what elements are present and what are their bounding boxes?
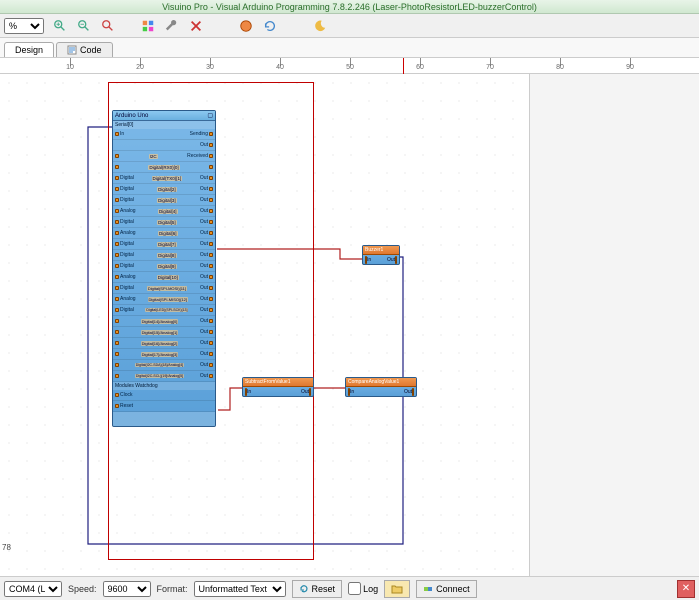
pin-d9[interactable]: DigitalDigital[9]Out	[113, 261, 215, 272]
serial-section: Serial[0]	[113, 121, 215, 129]
close-icon[interactable]: ▢	[207, 112, 213, 119]
compare-block[interactable]: CompareAnalogValue1 InOut	[345, 377, 417, 397]
right-panel	[529, 74, 699, 576]
pin-d11[interactable]: DigitalDigital(SPI-MOSI)[11]Out	[113, 283, 215, 294]
format-select[interactable]: Unformatted Text	[194, 581, 286, 597]
reset-button[interactable]: Reset	[292, 580, 343, 598]
compare-header: CompareAnalogValue1	[346, 378, 416, 387]
pin-d3[interactable]: DigitalDigital[3]Out	[113, 195, 215, 206]
pin-a3[interactable]: Digital[17]/Analog[3]Out	[113, 349, 215, 360]
zoom-out-icon[interactable]	[76, 18, 92, 34]
tab-bar: Design Code	[0, 38, 699, 58]
format-label: Format:	[157, 584, 188, 594]
close-button[interactable]: ✕	[677, 580, 695, 598]
port-select[interactable]: COM4 (L	[4, 581, 62, 597]
pin-d6[interactable]: AnalogDigital[6]Out	[113, 228, 215, 239]
delete-icon[interactable]	[188, 18, 204, 34]
pin-clock[interactable]: Clock	[113, 390, 215, 401]
pin-d13[interactable]: DigitalDigital(LED)(SPI-SCK)[13]Out	[113, 305, 215, 316]
title-bar: Visuino Pro - Visual Arduino Programming…	[0, 0, 699, 14]
toolbar: %	[0, 14, 699, 38]
folder-icon	[391, 584, 403, 594]
log-folder-button[interactable]	[384, 580, 410, 598]
connect-icon	[423, 584, 433, 594]
connect-button[interactable]: Connect	[416, 580, 477, 598]
pin-tx0[interactable]: DigitalDigital(TX0)[1]Out	[113, 173, 215, 184]
pin-d5[interactable]: DigitalDigital[5]Out	[113, 217, 215, 228]
pin-a0[interactable]: Digital[14]/Analog[0]Out	[113, 316, 215, 327]
pin-d8[interactable]: DigitalDigital[8]Out	[113, 250, 215, 261]
watchdog-section: Modules Watchdog	[113, 382, 215, 390]
ruler-horizontal: 10 20 30 40 50 60 70 80 90	[0, 58, 699, 74]
pin-a2[interactable]: Digital[16]/Analog[2]Out	[113, 338, 215, 349]
refresh-icon[interactable]	[262, 18, 278, 34]
pin-reset[interactable]: Reset	[113, 401, 215, 412]
zoom-fit-icon[interactable]	[100, 18, 116, 34]
wrench-icon[interactable]	[164, 18, 180, 34]
log-checkbox[interactable]: Log	[348, 582, 378, 595]
reset-icon	[299, 584, 309, 594]
zoom-select[interactable]: %	[4, 18, 44, 34]
pin-d2[interactable]: DigitalDigital[2]Out	[113, 184, 215, 195]
subtract-block[interactable]: SubtractFromValue1 InOut	[242, 377, 314, 397]
pin-d10[interactable]: AnalogDigital[10]Out	[113, 272, 215, 283]
pin-rx0[interactable]: Digital(RX0)[0]	[113, 162, 215, 173]
pin-serial-out[interactable]: Out	[113, 140, 215, 151]
buzzer-block[interactable]: Buzzer1 InOut	[362, 245, 400, 265]
arduino-header: Arduino Uno ▢	[113, 111, 215, 121]
code-icon	[67, 45, 77, 55]
pin-d7[interactable]: DigitalDigital[7]Out	[113, 239, 215, 250]
tab-design[interactable]: Design	[4, 42, 54, 57]
bottom-bar: COM4 (L Speed: 9600 Format: Unformatted …	[0, 576, 699, 600]
pin-a1[interactable]: Digital[15]/Analog[1]Out	[113, 327, 215, 338]
pin-i2c[interactable]: I2CReceived	[113, 151, 215, 162]
speed-label: Speed:	[68, 584, 97, 594]
pin-a4[interactable]: Digital(I2C-SDA)[18]/Analog[4]Out	[113, 360, 215, 371]
globe-icon[interactable]	[238, 18, 254, 34]
pin-d12[interactable]: AnalogDigital(SPI-MISO)[12]Out	[113, 294, 215, 305]
buzzer-header: Buzzer1	[363, 246, 399, 255]
status-coord: 78	[2, 543, 11, 552]
subtract-header: SubtractFromValue1	[243, 378, 313, 387]
pin-d4[interactable]: AnalogDigital[4]Out	[113, 206, 215, 217]
zoom-in-icon[interactable]	[52, 18, 68, 34]
x-icon: ✕	[682, 583, 690, 594]
pin-serial-in[interactable]: InSending	[113, 129, 215, 140]
arduino-block[interactable]: Arduino Uno ▢ Serial[0] InSending Out I2…	[112, 110, 216, 427]
tab-code[interactable]: Code	[56, 42, 113, 57]
speed-select[interactable]: 9600	[103, 581, 151, 597]
pin-a5[interactable]: Digital(I2C-SCL)[19]/Analog[5]Out	[113, 371, 215, 382]
palette-icon[interactable]	[140, 18, 156, 34]
moon-icon[interactable]	[312, 18, 328, 34]
